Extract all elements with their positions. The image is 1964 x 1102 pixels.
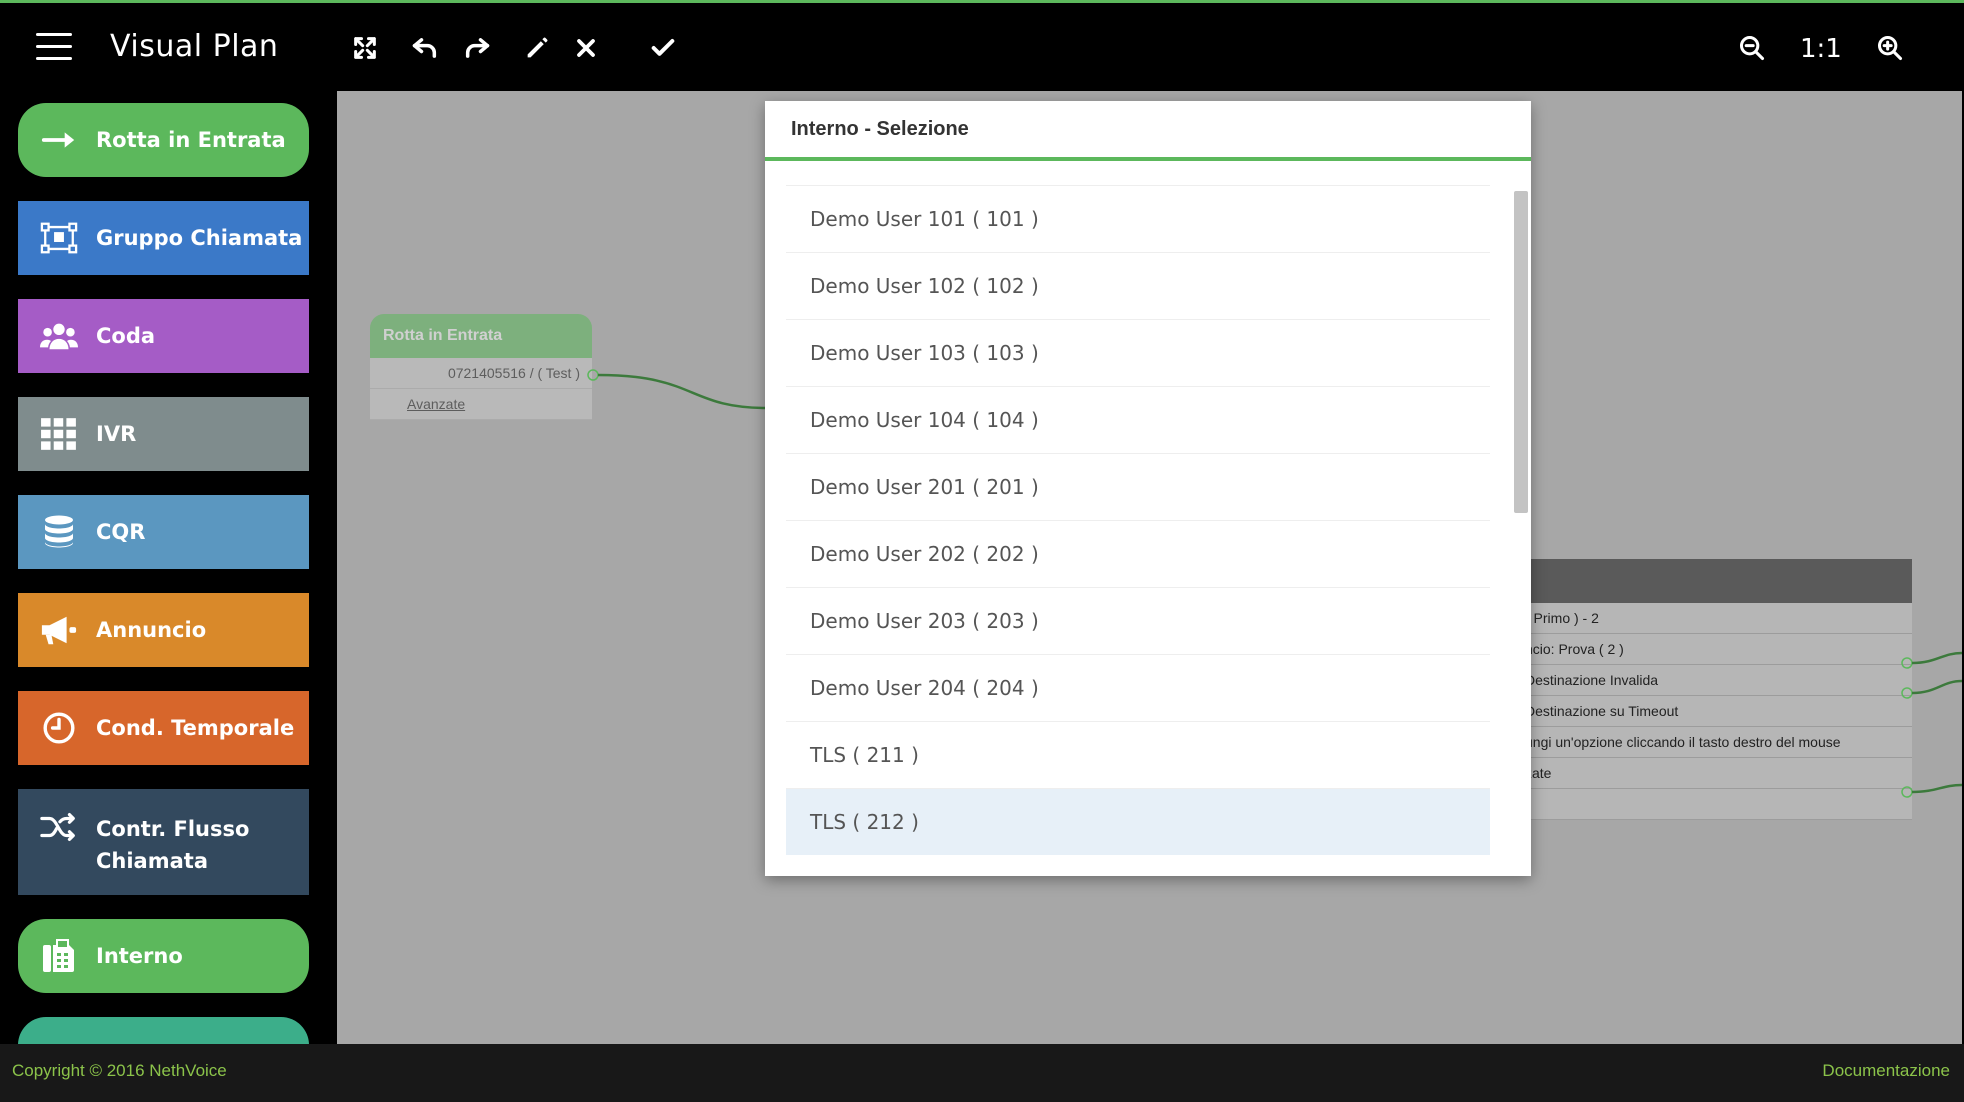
list-item[interactable]: Demo User 204 ( 204 ) [786,654,1490,721]
sidebar-item-label: IVR [96,422,137,446]
sidebar-item-label: Annuncio [96,618,207,642]
sidebar-item-annuncio[interactable]: Annuncio [18,593,309,667]
list-item[interactable]: Demo User 101 ( 101 ) [786,185,1490,252]
sidebar-item-cqr[interactable]: CQR [18,495,309,569]
undo-icon[interactable] [405,28,445,68]
list-item[interactable]: Demo User 103 ( 103 ) [786,319,1490,386]
list-scrollbar[interactable] [1514,191,1528,513]
users-icon [36,318,82,354]
component-sidebar: Rotta in Entrata Gruppo Chiamata Coda IV… [0,91,337,1044]
sidebar-item-contr-flusso-chiamata[interactable]: Contr. Flusso Chiamata [18,789,309,895]
megaphone-icon [36,612,82,648]
sidebar-item-cond-temporale[interactable]: Cond. Temporale [18,691,309,765]
node-advanced-link[interactable]: Avanzate [370,389,592,420]
sidebar-item-label: Contr. Flusso Chiamata [96,817,250,873]
dialog-title: Interno - Selezione [765,101,1531,161]
sidebar-item-gruppo-chiamata[interactable]: Gruppo Chiamata [18,201,309,275]
sidebar-item-label: Cond. Temporale [96,716,295,740]
node-title: Rotta in Entrata [370,314,592,358]
connector-lines-right [1901,651,1962,798]
close-icon[interactable] [566,28,606,68]
sidebar-item-label: CQR [96,520,146,544]
check-icon[interactable] [643,28,683,68]
node-row [1517,789,1912,820]
sidebar-item-rotta-in-entrata[interactable]: Rotta in Entrata [18,103,309,177]
connector-line [587,369,768,410]
clock-icon [36,710,82,746]
sidebar-item-partial[interactable] [18,1017,309,1044]
rotta-in-entrata-node[interactable]: Rotta in Entrata 0721405516 / ( Test ) A… [370,314,592,422]
ivr-node[interactable]: ( Primo ) - 2 ncio: Prova ( 2 ) Destinaz… [1517,559,1912,820]
database-icon [36,514,82,550]
zoom-out-icon[interactable] [1732,28,1772,68]
list-item[interactable]: Demo User 201 ( 201 ) [786,453,1490,520]
sidebar-item-label: Interno [96,944,183,968]
node-number: 0721405516 / ( Test ) [370,358,592,389]
top-toolbar: Visual Plan 1:1 [0,3,1964,91]
footer: Copyright © 2016 NethVoice Documentazion… [0,1044,1964,1102]
sidebar-item-interno[interactable]: Interno [18,919,309,993]
shuffle-icon [36,809,82,845]
list-item[interactable]: Demo User 102 ( 102 ) [786,252,1490,319]
node-row: Destinazione su Timeout [1517,696,1912,727]
node-header [1517,559,1912,603]
zoom-reset-button[interactable]: 1:1 [1800,34,1842,64]
node-row: ( Primo ) - 2 [1517,603,1912,634]
sidebar-item-label: Coda [96,324,156,348]
node-row: Destinazione Invalida [1517,665,1912,696]
list-item[interactable]: Demo User 104 ( 104 ) [786,386,1490,453]
sidebar-item-label: Rotta in Entrata [96,128,286,152]
redo-icon[interactable] [457,28,497,68]
sidebar-item-coda[interactable]: Coda [18,299,309,373]
fullscreen-icon[interactable] [345,28,385,68]
list-item[interactable]: TLS ( 211 ) [786,721,1490,788]
pencil-icon[interactable] [517,28,557,68]
list-item[interactable]: Demo User 202 ( 202 ) [786,520,1490,587]
menu-icon[interactable] [36,33,72,61]
node-row: ncio: Prova ( 2 ) [1517,634,1912,665]
sidebar-item-ivr[interactable]: IVR [18,397,309,471]
phone-icon [36,938,82,974]
app-title: Visual Plan [110,29,279,64]
interno-selection-dialog: Interno - Selezione Demo User 101 ( 101 … [765,101,1531,876]
extension-list: Demo User 101 ( 101 ) Demo User 102 ( 10… [786,185,1490,855]
grid-icon [36,416,82,452]
list-item[interactable]: Demo User 203 ( 203 ) [786,587,1490,654]
sidebar-item-label: Gruppo Chiamata [96,226,303,250]
documentation-link[interactable]: Documentazione [1822,1061,1950,1081]
list-item-selected[interactable]: TLS ( 212 ) [786,788,1490,855]
group-nodes-icon [36,220,82,256]
zoom-in-icon[interactable] [1870,28,1910,68]
copyright-text: Copyright © 2016 NethVoice [12,1061,227,1080]
arrow-right-icon [36,122,82,158]
node-row: zate [1517,758,1912,789]
node-row: ungi un'opzione cliccando il tasto destr… [1517,727,1912,758]
